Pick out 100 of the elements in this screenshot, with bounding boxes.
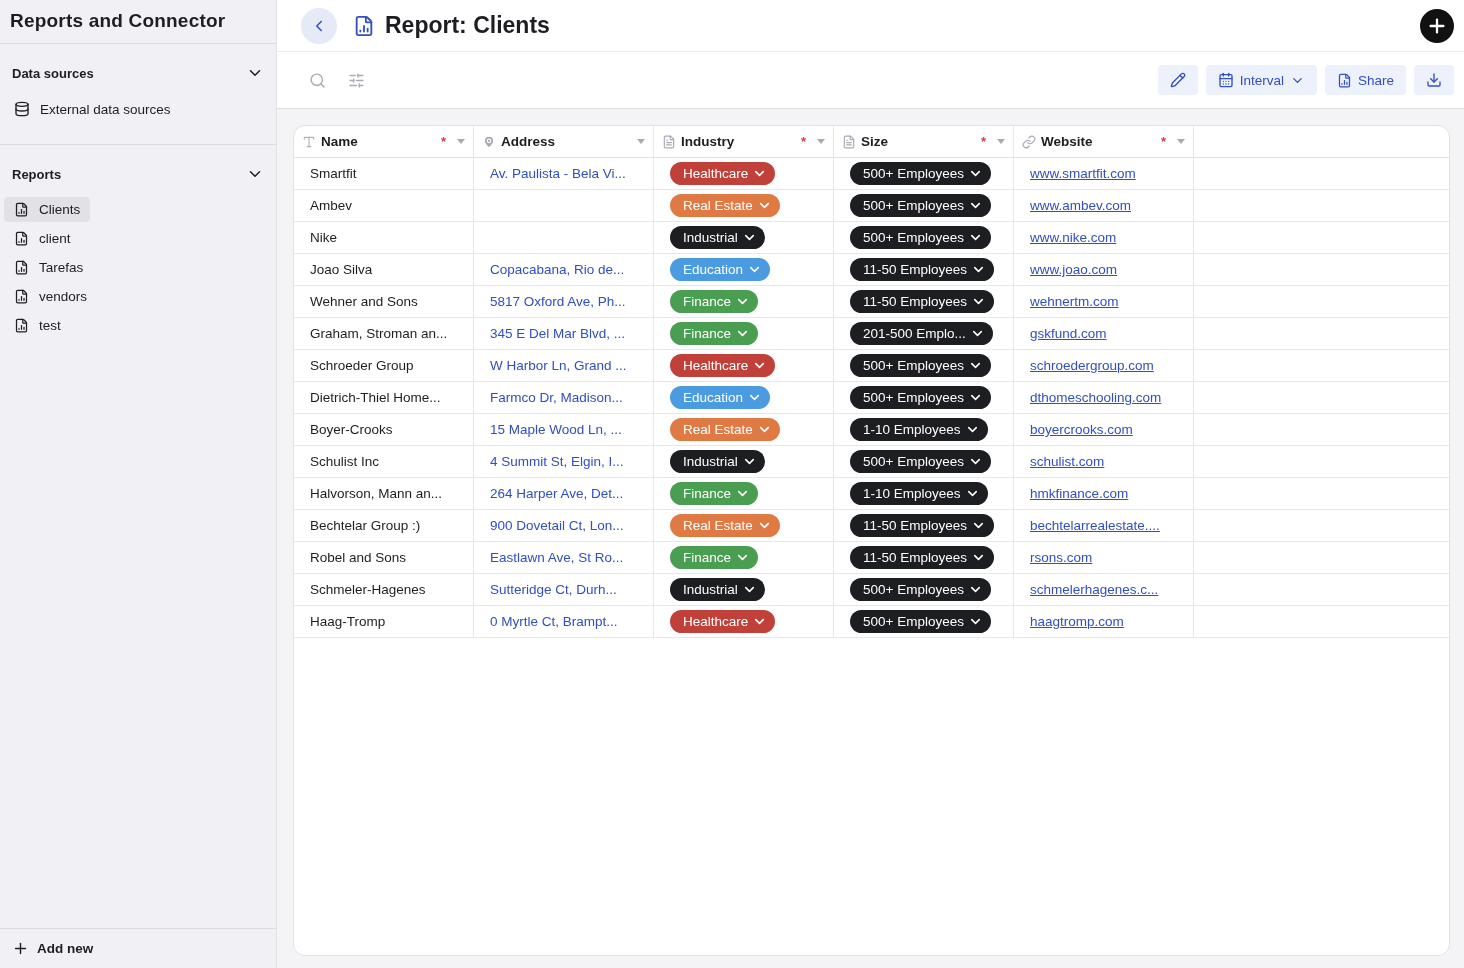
download-button[interactable] [1414, 65, 1454, 95]
address-text: 5817 Oxford Ave, Ph... [490, 294, 626, 309]
website-link[interactable]: schulist.com [1030, 454, 1105, 469]
address-text: Farmco Dr, Madison... [490, 390, 623, 405]
website-link[interactable]: rsons.com [1030, 550, 1093, 565]
name-text: Nike [310, 230, 337, 245]
size-tag[interactable]: 500+ Employees [850, 226, 991, 249]
website-link[interactable]: schroedergroup.com [1030, 358, 1154, 373]
industry-tag[interactable]: Industrial [670, 578, 765, 601]
industry-tag[interactable]: Industrial [670, 450, 765, 473]
name-text: Haag-Tromp [310, 614, 386, 629]
website-link[interactable]: www.joao.com [1030, 262, 1118, 277]
pin-icon [482, 134, 496, 149]
website-link[interactable]: haagtromp.com [1030, 614, 1124, 629]
size-tag[interactable]: 500+ Employees [850, 450, 991, 473]
column-header[interactable]: Name * [294, 126, 474, 158]
sidebar-item[interactable]: vendors [4, 284, 98, 309]
calendar-icon [1217, 72, 1234, 88]
website-link[interactable]: wehnertm.com [1030, 294, 1119, 309]
address-text: Copacabana, Rio de... [490, 262, 625, 277]
size-tag[interactable]: 1-10 Employees [850, 482, 988, 505]
sidebar-item[interactable]: client [4, 226, 81, 251]
report-file-icon [14, 318, 29, 333]
size-tag[interactable]: 11-50 Employees [850, 514, 995, 537]
size-tag[interactable]: 11-50 Employees [850, 290, 995, 313]
website-link[interactable]: hmkfinance.com [1030, 486, 1129, 501]
search-icon [309, 71, 326, 89]
sidebar-item[interactable]: Clients [4, 197, 91, 222]
name-text: Robel and Sons [310, 550, 407, 565]
size-tag[interactable]: 11-50 Employees [850, 258, 995, 281]
name-text: Halvorson, Mann an... [310, 486, 443, 501]
plus-icon [12, 940, 29, 957]
column-header[interactable]: Address [474, 126, 654, 158]
website-link[interactable]: dthomeschooling.com [1030, 390, 1162, 405]
section-header[interactable]: Data sources [0, 54, 276, 92]
document-icon [662, 134, 676, 149]
address-text: 15 Maple Wood Ln, ... [490, 422, 622, 437]
website-link[interactable]: boyercrooks.com [1030, 422, 1133, 437]
size-tag[interactable]: 1-10 Employees [850, 418, 988, 441]
add-button[interactable] [1420, 8, 1454, 43]
sidebar-item[interactable]: test [4, 313, 71, 338]
address-text: W Harbor Ln, Grand ... [490, 358, 627, 373]
column-header[interactable]: Website * [1014, 126, 1194, 158]
report-file-icon [14, 260, 29, 275]
section-header[interactable]: Reports [0, 155, 276, 193]
column-header[interactable]: Size * [834, 126, 1014, 158]
website-link[interactable]: www.smartfit.com [1030, 166, 1136, 181]
name-text: Schulist Inc [310, 454, 380, 469]
size-tag[interactable]: 500+ Employees [850, 162, 991, 185]
report-file-icon [14, 231, 29, 246]
sliders-icon [348, 71, 365, 89]
required-mark: * [980, 134, 986, 149]
required-mark: * [1160, 134, 1166, 149]
size-tag[interactable]: 500+ Employees [850, 194, 991, 217]
size-tag[interactable]: 500+ Employees [850, 610, 991, 633]
website-link[interactable]: www.nike.com [1030, 230, 1117, 245]
pencil-icon [1169, 72, 1186, 88]
website-link[interactable]: gskfund.com [1030, 326, 1107, 341]
industry-tag[interactable]: Healthcare [670, 162, 776, 185]
link-icon [1022, 134, 1036, 149]
industry-tag[interactable]: Healthcare [670, 354, 776, 377]
report-file-icon [1336, 72, 1352, 88]
size-tag[interactable]: 11-50 Employees [850, 546, 995, 569]
sidebar-item[interactable]: External data sources [4, 96, 181, 122]
name-text: Boyer-Crooks [310, 422, 393, 437]
address-text: 264 Harper Ave, Det... [490, 486, 624, 501]
name-text: Dietrich-Thiel Home... [310, 390, 441, 405]
website-link[interactable]: bechtelarrealestate.... [1030, 518, 1160, 533]
text-type-icon [302, 134, 316, 149]
address-text: 4 Summit St, Elgin, I... [490, 454, 624, 469]
filter-button[interactable] [348, 71, 365, 89]
download-icon [1426, 72, 1442, 88]
required-mark: * [800, 134, 806, 149]
size-tag[interactable]: 201-500 Emplo... [850, 322, 993, 345]
name-text: Bechtelar Group :) [310, 518, 421, 533]
column-header[interactable]: Industry * [654, 126, 834, 158]
address-text: Eastlawn Ave, St Ro... [490, 550, 624, 565]
database-icon [14, 101, 30, 117]
search-button[interactable] [309, 71, 326, 89]
report-file-icon [353, 14, 375, 37]
size-tag[interactable]: 500+ Employees [850, 386, 991, 409]
required-mark: * [440, 134, 446, 149]
industry-tag[interactable]: Industrial [670, 226, 765, 249]
address-text: 0 Myrtle Ct, Brampt... [490, 614, 618, 629]
industry-tag[interactable]: Healthcare [670, 610, 776, 633]
app-title: Reports and Connector [0, 0, 276, 44]
name-text: Smartfit [310, 166, 357, 181]
report-file-icon [14, 202, 29, 217]
add-new-button[interactable]: Add new [0, 928, 276, 968]
website-link[interactable]: www.ambev.com [1030, 198, 1132, 213]
share-button[interactable]: Share [1324, 65, 1406, 95]
sidebar-item[interactable]: Tarefas [4, 255, 94, 280]
size-tag[interactable]: 500+ Employees [850, 354, 991, 377]
interval-dropdown[interactable]: Interval [1205, 65, 1317, 95]
address-text: Sutteridge Ct, Durh... [490, 582, 617, 597]
edit-button[interactable] [1157, 65, 1198, 95]
website-link[interactable]: schmelerhagenes.c... [1030, 582, 1159, 597]
size-tag[interactable]: 500+ Employees [850, 578, 991, 601]
address-text: Av. Paulista - Bela Vi... [490, 166, 626, 181]
name-text: Wehner and Sons [310, 294, 418, 309]
